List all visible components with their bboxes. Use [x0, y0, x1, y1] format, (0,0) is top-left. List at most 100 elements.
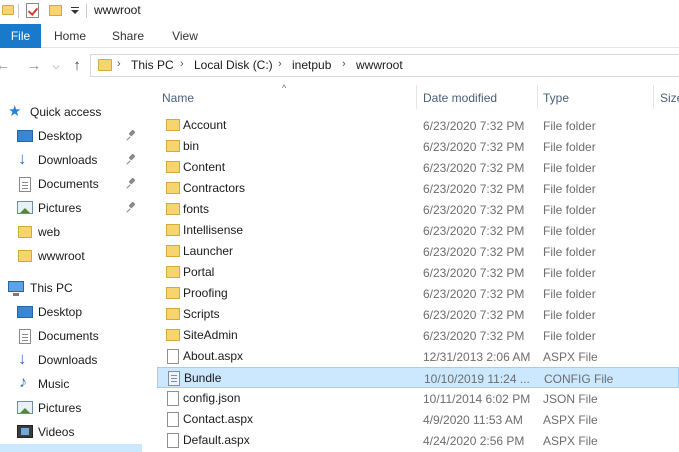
file-row[interactable]: Default.aspx 4/24/2020 2:56 PM ASPX File — [157, 430, 679, 451]
column-header-date-modified[interactable]: Date modified — [423, 84, 537, 112]
tab-home[interactable]: Home — [42, 24, 98, 48]
file-name: fonts — [183, 202, 210, 216]
nav-item-web[interactable]: web — [0, 221, 142, 243]
title-bar: wwwroot — [0, 0, 679, 24]
breadcrumb-local-disk[interactable]: Local Disk (C:) — [194, 58, 273, 72]
pictures-icon — [17, 401, 33, 414]
back-arrow-icon[interactable]: ← — [0, 57, 12, 75]
file-date-modified: 4/24/2020 2:56 PM — [423, 434, 525, 448]
recent-locations-chevron-icon[interactable]: ⌵ — [47, 57, 65, 75]
file-row[interactable]: Proofing 6/23/2020 7:32 PM File folder — [157, 283, 679, 304]
folder-icon — [18, 226, 32, 238]
file-row[interactable]: SiteAdmin 6/23/2020 7:32 PM File folder — [157, 325, 679, 346]
nav-item-wwwroot[interactable]: wwwroot — [0, 245, 142, 267]
ribbon-tabs: File Home Share View — [0, 24, 679, 48]
folder-icon — [166, 245, 180, 257]
nav-item-pc-videos[interactable]: Videos — [0, 421, 142, 443]
tab-share[interactable]: Share — [100, 24, 156, 48]
forward-arrow-icon[interactable]: → — [25, 57, 43, 75]
file-type: ASPX File — [543, 350, 598, 364]
file-row[interactable]: Bundle 10/10/2019 11:24 ... CONFIG File — [157, 367, 679, 388]
properties-icon[interactable] — [26, 3, 39, 18]
breadcrumb-chevron-icon[interactable]: › — [180, 58, 184, 70]
navigation-pane: Quick access Desktop Downloads Documents… — [0, 92, 142, 452]
column-header-size[interactable]: Size — [660, 84, 679, 112]
nav-item-pc-documents[interactable]: Documents — [0, 325, 142, 347]
nav-item-pc-pictures[interactable]: Pictures — [0, 397, 142, 419]
folder-icon — [166, 119, 180, 131]
file-name: About.aspx — [183, 349, 244, 363]
tab-file[interactable]: File — [0, 24, 41, 48]
column-divider[interactable] — [537, 85, 538, 109]
folder-icon — [166, 161, 180, 173]
file-type: File folder — [543, 245, 596, 259]
nav-item-documents[interactable]: Documents — [0, 173, 142, 195]
nav-item-label: Quick access — [30, 105, 102, 119]
file-row[interactable]: Contractors 6/23/2020 7:32 PM File folder — [157, 178, 679, 199]
folder-icon — [98, 59, 112, 71]
file-type: File folder — [543, 119, 596, 133]
file-date-modified: 12/31/2013 2:06 AM — [423, 350, 531, 364]
nav-item-label: Videos — [38, 425, 75, 439]
file-date-modified: 6/23/2020 7:32 PM — [423, 245, 525, 259]
file-row[interactable]: Scripts 6/23/2020 7:32 PM File folder — [157, 304, 679, 325]
nav-item-downloads[interactable]: Downloads — [0, 149, 142, 171]
file-type: JSON File — [543, 392, 598, 406]
star-icon — [8, 102, 24, 120]
file-icon — [167, 391, 179, 406]
file-date-modified: 10/10/2019 11:24 ... — [424, 372, 530, 386]
file-type: File folder — [543, 329, 596, 343]
breadcrumb-chevron-icon[interactable]: › — [278, 58, 282, 70]
column-header-name[interactable]: Name — [162, 84, 416, 112]
file-date-modified: 6/23/2020 7:32 PM — [423, 140, 525, 154]
tab-view[interactable]: View — [158, 24, 212, 48]
file-row[interactable]: fonts 6/23/2020 7:32 PM File folder — [157, 199, 679, 220]
toolbar-separator — [18, 4, 19, 18]
breadcrumb-chevron-icon[interactable]: › — [342, 58, 346, 70]
pin-icon — [127, 154, 136, 165]
nav-item-local-disk[interactable] — [0, 444, 142, 452]
column-divider[interactable] — [416, 85, 417, 109]
column-divider[interactable] — [653, 85, 654, 109]
file-type: File folder — [543, 224, 596, 238]
file-row[interactable]: Launcher 6/23/2020 7:32 PM File folder — [157, 241, 679, 262]
folder-icon — [166, 203, 180, 215]
file-row[interactable]: Content 6/23/2020 7:32 PM File folder — [157, 157, 679, 178]
nav-item-label: This PC — [30, 281, 73, 295]
breadcrumb-chevron-icon[interactable]: › — [117, 58, 121, 70]
nav-item-pc-desktop[interactable]: Desktop — [0, 301, 142, 323]
address-bar[interactable]: › This PC › Local Disk (C:) › inetpub › … — [90, 54, 679, 77]
nav-item-pc-music[interactable]: Music — [0, 373, 142, 395]
file-type: File folder — [543, 140, 596, 154]
nav-this-pc[interactable]: This PC — [0, 277, 142, 299]
breadcrumb-inetpub[interactable]: inetpub — [292, 58, 331, 72]
desktop-icon — [17, 306, 33, 318]
file-row[interactable]: bin 6/23/2020 7:32 PM File folder — [157, 136, 679, 157]
breadcrumb-wwwroot[interactable]: wwwroot — [356, 58, 403, 72]
file-row[interactable]: Intellisense 6/23/2020 7:32 PM File folder — [157, 220, 679, 241]
folder-icon — [166, 287, 180, 299]
column-header-type[interactable]: Type — [543, 84, 653, 112]
file-row[interactable]: config.json 10/11/2014 6:02 PM JSON File — [157, 388, 679, 409]
up-arrow-icon[interactable]: ↑ — [68, 57, 86, 75]
file-row[interactable]: Portal 6/23/2020 7:32 PM File folder — [157, 262, 679, 283]
pin-icon — [127, 130, 136, 141]
new-folder-icon[interactable] — [49, 5, 62, 16]
nav-item-desktop[interactable]: Desktop — [0, 125, 142, 147]
download-icon — [17, 349, 33, 369]
folder-icon — [166, 266, 180, 278]
file-row[interactable]: About.aspx 12/31/2013 2:06 AM ASPX File — [157, 346, 679, 367]
nav-item-label: wwwroot — [38, 249, 85, 263]
file-name: Account — [183, 118, 227, 132]
customize-toolbar-dropdown-icon[interactable] — [70, 3, 80, 17]
file-row[interactable]: Account 6/23/2020 7:32 PM File folder — [157, 115, 679, 136]
file-date-modified: 6/23/2020 7:32 PM — [423, 266, 525, 280]
file-row[interactable]: Contact.aspx 4/9/2020 11:53 AM ASPX File — [157, 409, 679, 430]
nav-item-pc-downloads[interactable]: Downloads — [0, 349, 142, 371]
file-list: ^ Name Date modified Type Size Account6/… — [142, 83, 679, 452]
nav-quick-access[interactable]: Quick access — [0, 101, 142, 123]
window-title: wwwroot — [94, 3, 141, 17]
breadcrumb-this-pc[interactable]: This PC — [131, 58, 174, 72]
music-icon — [17, 374, 33, 392]
nav-item-pictures[interactable]: Pictures — [0, 197, 142, 219]
